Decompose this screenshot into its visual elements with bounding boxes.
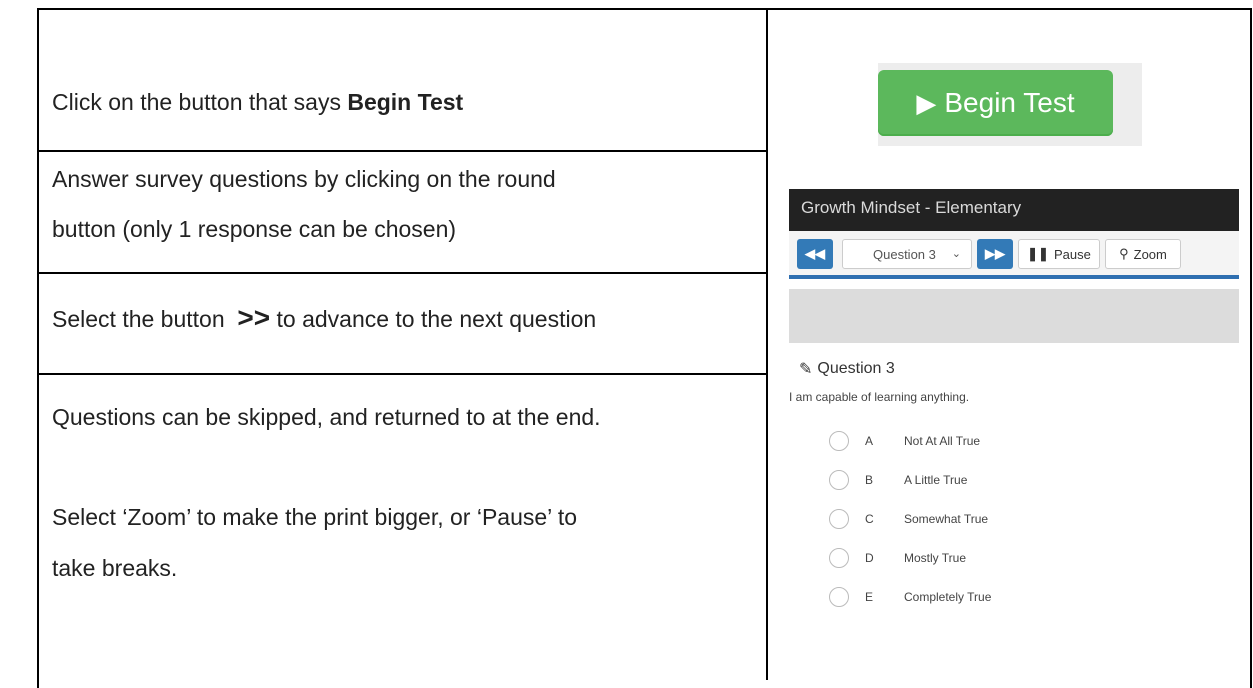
play-icon: ▶ <box>916 87 937 118</box>
pencil-icon: ✎ <box>799 361 813 378</box>
answer-option[interactable]: A Not At All True <box>829 429 980 453</box>
answer-option[interactable]: E Completely True <box>829 585 991 609</box>
instruction-answer-line-1: Answer survey questions by clicking on t… <box>52 166 556 192</box>
option-letter: C <box>865 512 874 526</box>
zoom-button[interactable]: ⚲ Zoom <box>1105 239 1181 269</box>
question-banner <box>789 289 1239 343</box>
option-letter: E <box>865 590 874 604</box>
table-column-divider <box>766 8 768 680</box>
table-row-divider <box>37 373 767 375</box>
option-label: A Little True <box>904 473 968 487</box>
instruction-zoom-pause-line-2: take breaks. <box>52 555 178 581</box>
radio-button[interactable] <box>829 548 849 568</box>
chevron-down-icon: ⌄ <box>951 248 961 260</box>
instruction-text: Click on the button that says <box>52 89 348 115</box>
pause-icon: ❚❚ <box>1027 246 1049 261</box>
question-select[interactable]: Question 3 ⌄ <box>842 239 972 269</box>
zoom-label: Zoom <box>1133 246 1167 262</box>
instruction-begin-test: Click on the button that says Begin Test <box>52 85 463 119</box>
instruction-advance: Select the button >> to advance to the n… <box>52 301 596 336</box>
begin-test-label: Begin Test <box>944 87 1075 118</box>
pause-button[interactable]: ❚❚ Pause <box>1018 239 1100 269</box>
option-letter: D <box>865 551 874 565</box>
answer-option[interactable]: C Somewhat True <box>829 507 988 531</box>
instruction-answer-line-2: button (only 1 response can be chosen) <box>52 216 457 242</box>
test-ui-screenshot: Growth Mindset - Elementary ◀◀ Question … <box>789 189 1239 614</box>
instruction-bold: >> <box>237 302 271 333</box>
radio-button[interactable] <box>829 431 849 451</box>
option-label: Not At All True <box>904 434 981 448</box>
next-question-button[interactable]: ▶▶ <box>977 239 1013 269</box>
fast-forward-icon: ▶▶ <box>985 246 1005 261</box>
table-row-divider <box>37 272 767 274</box>
begin-test-button[interactable]: ▶ Begin Test <box>878 70 1113 136</box>
instruction-skip: Questions can be skipped, and returned t… <box>52 404 601 430</box>
table-row-divider <box>37 150 767 152</box>
instruction-zoom-pause-line-1: Select ‘Zoom’ to make the print bigger, … <box>52 504 578 530</box>
instruction-text: Select the button <box>52 306 232 332</box>
option-label: Mostly True <box>904 551 967 565</box>
option-label: Completely True <box>904 590 992 604</box>
search-icon: ⚲ <box>1119 246 1129 261</box>
rewind-icon: ◀◀ <box>805 246 825 261</box>
pause-label: Pause <box>1053 246 1091 262</box>
radio-button[interactable] <box>829 509 849 529</box>
option-label: Somewhat True <box>904 512 989 526</box>
question-select-value: Question 3 <box>873 246 936 262</box>
instruction-bold: Begin Test <box>347 89 464 115</box>
instruction-text: to advance to the next question <box>270 306 597 332</box>
test-title: Growth Mindset - Elementary <box>789 189 1239 231</box>
answer-option[interactable]: D Mostly True <box>829 546 966 570</box>
option-letter: B <box>865 473 874 487</box>
question-heading-text: Question 3 <box>817 360 895 377</box>
option-letter: A <box>865 434 874 448</box>
question-heading: ✎ Question 3 <box>799 359 895 379</box>
radio-button[interactable] <box>829 470 849 490</box>
answer-option[interactable]: B A Little True <box>829 468 967 492</box>
previous-question-button[interactable]: ◀◀ <box>797 239 833 269</box>
test-toolbar: ◀◀ Question 3 ⌄ ▶▶ ❚❚ Pause ⚲ Zoom <box>789 231 1239 279</box>
radio-button[interactable] <box>829 587 849 607</box>
question-text: I am capable of learning anything. <box>789 390 970 404</box>
